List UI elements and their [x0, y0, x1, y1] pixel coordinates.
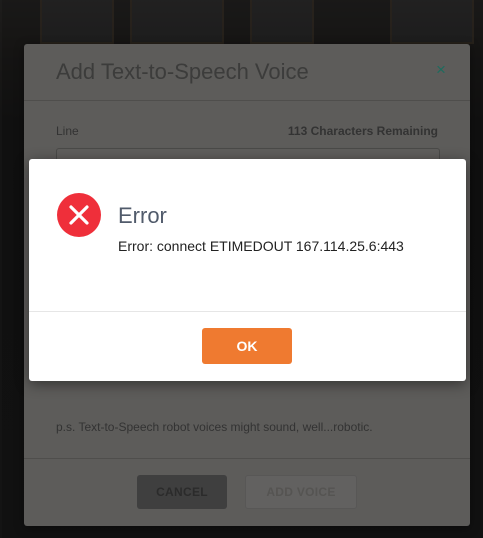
add-voice-button[interactable]: ADD VOICE	[245, 475, 357, 509]
robot-voice-note: p.s. Text-to-Speech robot voices might s…	[56, 420, 373, 434]
cancel-button[interactable]: CANCEL	[137, 475, 227, 509]
modal-footer: CANCEL ADD VOICE	[24, 458, 470, 527]
close-icon[interactable]: ×	[432, 61, 450, 79]
error-x-icon	[57, 193, 101, 237]
characters-remaining: 113 Characters Remaining	[287, 124, 438, 138]
modal-title: Add Text-to-Speech Voice	[56, 59, 309, 84]
screen: Add Text-to-Speech Voice × Line 113 Char…	[0, 0, 483, 538]
modal-header: Add Text-to-Speech Voice ×	[24, 44, 470, 101]
error-dialog: Error Error: connect ETIMEDOUT 167.114.2…	[29, 159, 466, 381]
error-message: Error: connect ETIMEDOUT 167.114.25.6:44…	[118, 238, 404, 254]
ok-button[interactable]: OK	[202, 328, 292, 364]
line-label: Line	[56, 124, 79, 138]
error-title: Error	[118, 203, 167, 228]
divider	[29, 311, 466, 312]
